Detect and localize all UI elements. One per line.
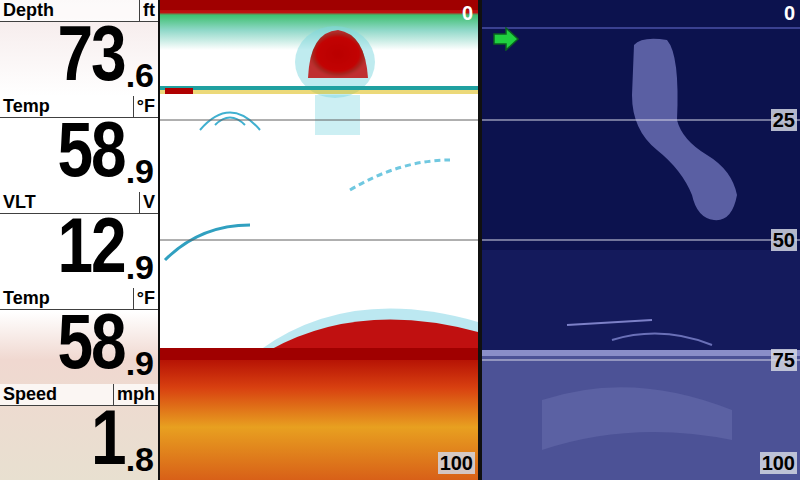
depth-scale-label: 0 <box>782 2 797 24</box>
readout-value: 12 .9 <box>0 214 158 288</box>
sonar-view <box>160 0 478 480</box>
readout: Temp °F 58 .9 <box>0 288 158 384</box>
readout-value: 73 .6 <box>0 22 158 96</box>
readout-whole: 1 <box>91 398 125 476</box>
down-imaging-view <box>482 0 800 480</box>
readout-whole: 58 <box>57 110 124 188</box>
readout-label: Speed <box>3 384 57 405</box>
readout-value: 58 .9 <box>0 310 158 384</box>
readout-unit: ft <box>139 0 155 21</box>
readout-whole: 73 <box>57 14 124 92</box>
readout-label: Temp <box>3 288 50 309</box>
readout-whole: 58 <box>57 302 124 380</box>
sonar-panel: 0 100 <box>160 0 478 480</box>
readout-fraction: .8 <box>126 442 154 476</box>
direction-arrow-icon <box>492 27 520 51</box>
readout: Speed mph 1 .8 <box>0 384 158 480</box>
readout-fraction: .9 <box>126 346 154 380</box>
readout-unit: °F <box>133 96 155 117</box>
sonar-scale-top: 0 <box>460 2 475 24</box>
readout-fraction: .9 <box>126 250 154 284</box>
readout-fraction: .9 <box>126 154 154 188</box>
readout-unit: V <box>139 192 155 213</box>
down-imaging-panel: 0 25 50 75 100 <box>482 0 800 480</box>
readout-value: 58 .9 <box>0 118 158 192</box>
readout-value: 1 .8 <box>0 406 158 480</box>
readout: Temp °F 58 .9 <box>0 96 158 192</box>
depth-scale-label: 25 <box>771 109 797 131</box>
divider <box>158 0 160 480</box>
readout-unit: °F <box>133 288 155 309</box>
readout-fraction: .6 <box>126 58 154 92</box>
readout-label: Temp <box>3 96 50 117</box>
fishfinder-screen: Depth ft 73 .6Temp °F 58 .9VLT V 12 .9Te… <box>0 0 800 480</box>
readout-header: Speed mph <box>0 384 158 406</box>
readout-label: Depth <box>3 0 54 21</box>
depth-scale-label: 100 <box>760 452 797 474</box>
readout: VLT V 12 .9 <box>0 192 158 288</box>
readout: Depth ft 73 .6 <box>0 0 158 96</box>
depth-scale-label: 75 <box>771 349 797 371</box>
readout-whole: 12 <box>57 206 124 284</box>
readout-column: Depth ft 73 .6Temp °F 58 .9VLT V 12 .9Te… <box>0 0 158 480</box>
divider <box>478 0 482 480</box>
readout-label: VLT <box>3 192 36 213</box>
depth-scale-label: 50 <box>771 229 797 251</box>
sonar-scale-bottom: 100 <box>438 452 475 474</box>
